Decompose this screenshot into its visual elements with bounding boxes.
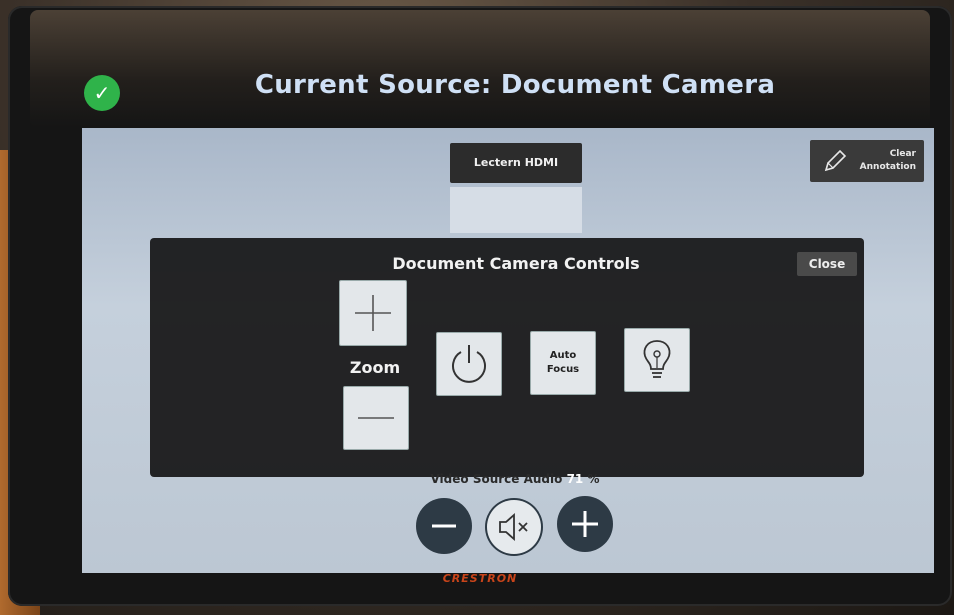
- auto-focus-button[interactable]: Auto Focus: [531, 332, 595, 394]
- mute-button[interactable]: [487, 500, 541, 554]
- status-check-icon: ✓: [84, 75, 120, 111]
- speaker-mute-icon: [499, 513, 528, 541]
- source-preview: [450, 187, 582, 233]
- minus-icon: [358, 417, 394, 419]
- crestron-logo: CRESTRON: [442, 572, 518, 585]
- audio-level-unit: %: [587, 472, 600, 486]
- auto-focus-line1: Auto: [549, 350, 577, 361]
- document-camera-panel: [150, 238, 864, 477]
- plus-icon: [355, 295, 391, 331]
- minus-icon: [432, 524, 456, 528]
- clear-label-line2: Annotation: [859, 162, 916, 172]
- zoom-in-button[interactable]: [340, 281, 406, 345]
- page-title: Current Source: Document Camera: [254, 70, 776, 100]
- zoom-label: Zoom: [349, 358, 401, 377]
- photo-scene: ✓ Current Source: Document Camera Lecter…: [0, 0, 954, 615]
- video-source-audio-label: Video Source Audio 71 %: [380, 472, 650, 486]
- power-button[interactable]: [437, 333, 501, 395]
- zoom-out-button[interactable]: [344, 387, 408, 449]
- header-area: [30, 10, 930, 128]
- volume-down-button[interactable]: [416, 498, 472, 554]
- close-button[interactable]: Close: [797, 252, 857, 276]
- clear-annotation-label: Clear Annotation: [846, 148, 916, 174]
- auto-focus-line2: Focus: [546, 364, 580, 375]
- lightbulb-icon: [643, 340, 671, 378]
- source-button-lectern-hdmi[interactable]: Lectern HDMI: [450, 143, 582, 183]
- lamp-button[interactable]: [625, 329, 689, 391]
- clear-annotation-button[interactable]: Clear Annotation: [810, 140, 924, 182]
- plus-icon: [572, 511, 598, 537]
- panel-title: Document Camera Controls: [392, 254, 640, 273]
- power-icon: [452, 345, 486, 383]
- audio-label-text: Video Source Audio: [430, 472, 563, 486]
- volume-up-button[interactable]: [557, 496, 613, 552]
- clear-label-line1: Clear: [889, 149, 916, 159]
- auto-focus-label: Auto Focus: [531, 349, 595, 377]
- audio-level-value: 71: [566, 472, 584, 486]
